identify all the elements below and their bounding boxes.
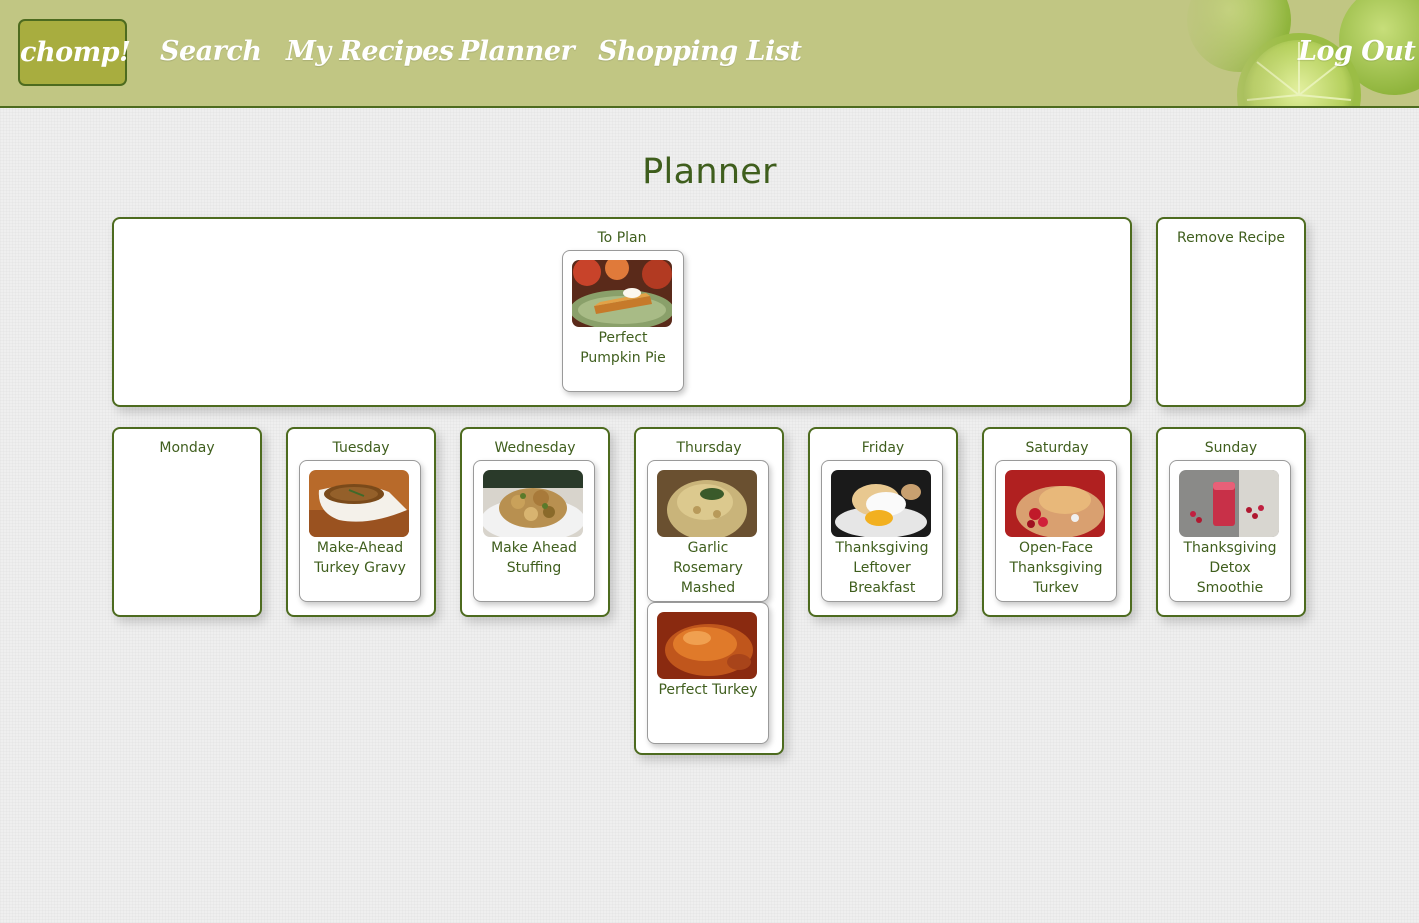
day-column-tuesday[interactable]: Tuesday Make-Ahead Turkey Gravy (286, 427, 436, 617)
day-column-thursday[interactable]: Thursday Garlic Rosemary Mashed Perfect … (634, 427, 784, 755)
day-column-wednesday[interactable]: Wednesday Make Ahead Stuffing (460, 427, 610, 617)
to-plan-title: To Plan (597, 230, 647, 246)
nav-shopping-list-link[interactable]: Shopping List (598, 32, 802, 72)
recipe-card[interactable]: Make-Ahead Turkey Gravy (299, 460, 421, 602)
pumpkin-pie-photo (572, 260, 672, 327)
open-face-turkey-photo (1005, 470, 1105, 537)
nav-search-link[interactable]: Search (160, 32, 262, 72)
day-label: Wednesday (494, 440, 576, 456)
brand-logo-button[interactable]: chomp! (18, 19, 131, 86)
day-column-sunday[interactable]: Sunday Thanksgiving Detox Smoothie (1156, 427, 1306, 617)
stuffing-photo (483, 470, 583, 537)
nav-my-recipes-link[interactable]: My Recipes (286, 32, 454, 72)
day-column-saturday[interactable]: Saturday Open-Face Thanksgiving Turkev (982, 427, 1132, 617)
recipe-card-name: Open-Face Thanksgiving Turkev (1009, 540, 1103, 596)
recipe-card-name: Perfect Pumpkin Pie (580, 330, 666, 366)
recipe-card[interactable]: Thanksgiving Leftover Breakfast (821, 460, 943, 602)
roast-turkey-photo (657, 612, 757, 679)
day-column-monday[interactable]: Monday (112, 427, 262, 617)
recipe-card-name: Thanksgiving Detox Smoothie (1183, 540, 1277, 596)
day-label: Thursday (676, 440, 742, 456)
remove-recipe-dropzone[interactable]: Remove Recipe (1156, 217, 1306, 407)
recipe-card[interactable]: Perfect Turkey (647, 602, 769, 744)
recipe-card[interactable]: Perfect Pumpkin Pie (562, 250, 684, 392)
recipe-card-name: Make Ahead Stuffing (491, 540, 577, 576)
day-label: Sunday (1204, 440, 1258, 456)
recipe-card-name: Perfect Turkey (658, 682, 758, 698)
day-column-friday[interactable]: Friday Thanksgiving Leftover Breakfast (808, 427, 958, 617)
day-label: Tuesday (332, 440, 390, 456)
mashed-potatoes-photo (657, 470, 757, 537)
day-label: Saturday (1025, 440, 1089, 456)
day-label: Monday (159, 440, 215, 456)
logout-link[interactable]: Log Out (1298, 32, 1416, 72)
recipe-card[interactable]: Garlic Rosemary Mashed (647, 460, 769, 602)
gravy-photo (309, 470, 409, 537)
recipe-card[interactable]: Make Ahead Stuffing (473, 460, 595, 602)
recipe-card-name: Thanksgiving Leftover Breakfast (835, 540, 929, 596)
remove-recipe-title: Remove Recipe (1176, 230, 1286, 246)
leftover-breakfast-photo (831, 470, 931, 537)
recipe-card-name: Garlic Rosemary Mashed (673, 540, 743, 596)
recipe-card-name: Make-Ahead Turkey Gravy (314, 540, 406, 576)
page-title: Planner (642, 152, 777, 192)
to-plan-dropzone[interactable]: To Plan Perfect Pumpkin Pie (112, 217, 1132, 407)
recipe-card[interactable]: Thanksgiving Detox Smoothie (1169, 460, 1291, 602)
top-navbar: chomp! Search My Recipes Planner Shoppin… (0, 0, 1419, 108)
recipe-card[interactable]: Open-Face Thanksgiving Turkev (995, 460, 1117, 602)
day-label: Friday (861, 440, 905, 456)
detox-smoothie-photo (1179, 470, 1279, 537)
nav-planner-link[interactable]: Planner (459, 32, 575, 72)
